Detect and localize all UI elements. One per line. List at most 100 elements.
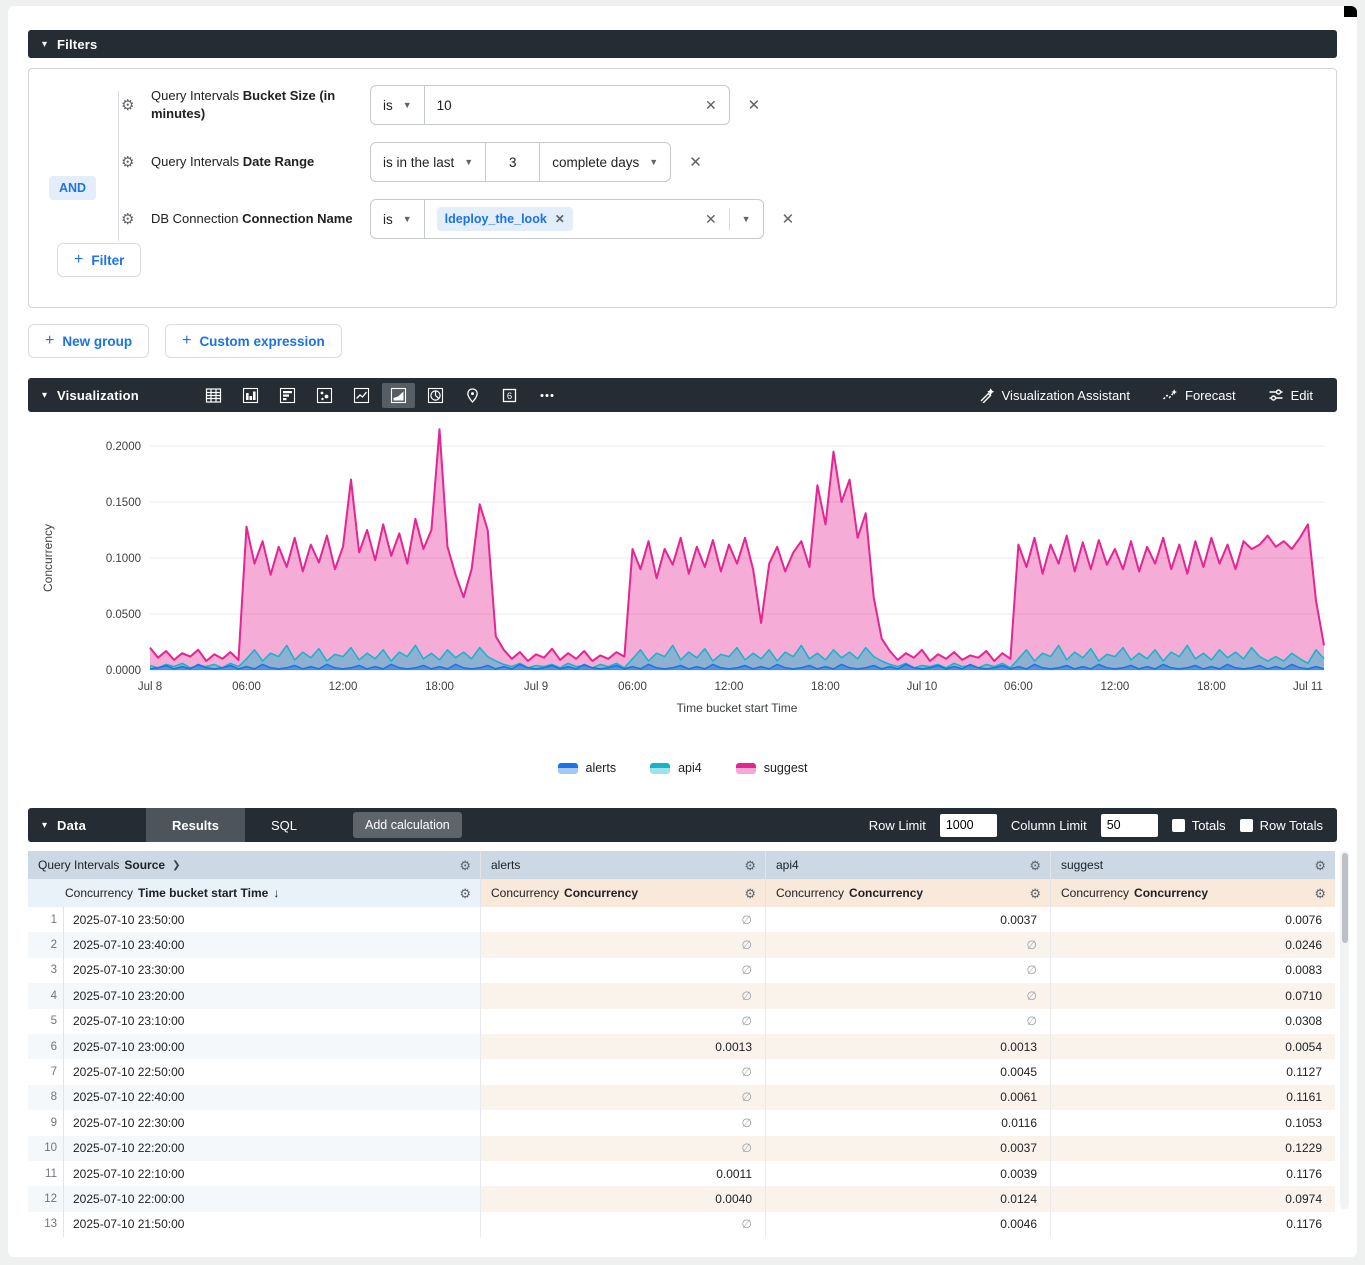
concurrency-area-chart[interactable]: 0.00000.05000.10000.15000.2000Jul 806:00…	[28, 428, 1345, 728]
row-totals-checkbox-wrap[interactable]: Row Totals	[1240, 818, 1323, 833]
viz-type-line-icon[interactable]	[345, 383, 378, 408]
value-cell[interactable]: 0.0037	[765, 907, 1050, 932]
chevron-right-icon[interactable]: ❯	[172, 860, 180, 871]
tab-sql[interactable]: SQL	[245, 808, 323, 842]
tab-results[interactable]: Results	[146, 808, 245, 842]
value-cell[interactable]: 0.0046	[765, 1212, 1050, 1237]
value-chip[interactable]: ldeploy_the_look✕	[437, 207, 573, 231]
column-limit-input[interactable]	[1101, 814, 1158, 837]
dim-field-header[interactable]: Concurrency Time bucket start Time↓ ⚙	[28, 879, 480, 907]
sort-desc-icon[interactable]: ↓	[273, 886, 279, 900]
clear-value-icon[interactable]: ✕	[705, 211, 717, 228]
add-calculation-button[interactable]: Add calculation	[353, 812, 462, 838]
measure-group-header-alerts[interactable]: alerts ⚙	[480, 851, 765, 879]
remove-filter-icon[interactable]: ✕	[689, 153, 702, 171]
gear-icon[interactable]: ⚙	[121, 155, 143, 170]
gear-icon[interactable]: ⚙	[459, 887, 480, 900]
remove-filter-icon[interactable]: ✕	[782, 210, 795, 228]
gear-icon[interactable]: ⚙	[1314, 887, 1335, 900]
value-cell[interactable]: ∅	[480, 1059, 765, 1084]
value-cell[interactable]: ∅	[480, 1212, 765, 1237]
filter-operator-select[interactable]: is▼	[371, 200, 424, 238]
viz-type-table-icon[interactable]	[197, 383, 230, 408]
collapse-caret-icon[interactable]: ▾	[42, 390, 47, 401]
edit-visualization-button[interactable]: Edit	[1256, 382, 1325, 408]
viz-type-column-stacked-icon[interactable]	[271, 383, 304, 408]
legend-item-suggest[interactable]: suggest	[736, 761, 808, 775]
gear-icon[interactable]: ⚙	[1029, 887, 1050, 900]
value-cell[interactable]: 0.0308	[1050, 1009, 1335, 1034]
value-cell[interactable]: ∅	[480, 1009, 765, 1034]
filter-value-multiselect[interactable]: ldeploy_the_look✕ ✕	[424, 200, 729, 238]
measure-field-header-suggest[interactable]: Concurrency Concurrency ⚙	[1050, 879, 1335, 907]
new-group-button[interactable]: + New group	[28, 324, 149, 358]
remove-filter-icon[interactable]: ✕	[748, 96, 761, 114]
value-cell[interactable]: 0.0045	[765, 1059, 1050, 1084]
add-filter-button[interactable]: + Filter	[57, 243, 141, 277]
time-cell[interactable]: 2025-07-10 22:10:00	[64, 1161, 480, 1186]
value-cell[interactable]: 0.0974	[1050, 1186, 1335, 1211]
value-cell[interactable]: ∅	[480, 907, 765, 932]
custom-expression-button[interactable]: + Custom expression	[165, 324, 342, 358]
value-cell[interactable]: 0.0013	[480, 1034, 765, 1059]
measure-group-header-api4[interactable]: api4 ⚙	[765, 851, 1050, 879]
scrollbar-thumb[interactable]	[1342, 853, 1348, 943]
measure-group-header-suggest[interactable]: suggest ⚙	[1050, 851, 1335, 879]
value-cell[interactable]: ∅	[765, 932, 1050, 957]
time-cell[interactable]: 2025-07-10 22:20:00	[64, 1136, 480, 1161]
value-cell[interactable]: 0.0039	[765, 1161, 1050, 1186]
time-cell[interactable]: 2025-07-10 23:50:00	[64, 907, 480, 932]
and-operator-chip[interactable]: AND	[49, 176, 96, 200]
legend-item-api4[interactable]: api4	[650, 761, 702, 775]
value-cell[interactable]: ∅	[480, 1085, 765, 1110]
time-cell[interactable]: 2025-07-10 23:30:00	[64, 958, 480, 983]
open-suggestions-button[interactable]: ▼	[730, 200, 763, 238]
measure-field-header-alerts[interactable]: Concurrency Concurrency ⚙	[480, 879, 765, 907]
gear-icon[interactable]: ⚙	[459, 859, 480, 872]
visualization-assistant-button[interactable]: Visualization Assistant	[967, 382, 1142, 408]
table-scrollbar[interactable]	[1340, 851, 1349, 1209]
gear-icon[interactable]: ⚙	[1029, 859, 1050, 872]
totals-checkbox[interactable]	[1172, 819, 1185, 832]
time-cell[interactable]: 2025-07-10 23:40:00	[64, 932, 480, 957]
time-cell[interactable]: 2025-07-10 22:00:00	[64, 1186, 480, 1211]
gear-icon[interactable]: ⚙	[121, 98, 143, 113]
value-cell[interactable]: 0.1127	[1050, 1059, 1335, 1084]
time-cell[interactable]: 2025-07-10 21:50:00	[64, 1212, 480, 1237]
gear-icon[interactable]: ⚙	[744, 859, 765, 872]
value-cell[interactable]: ∅	[765, 983, 1050, 1008]
row-totals-checkbox[interactable]	[1240, 819, 1253, 832]
value-cell[interactable]: ∅	[765, 958, 1050, 983]
viz-type-map-pin-icon[interactable]	[456, 383, 489, 408]
value-cell[interactable]: 0.0124	[765, 1186, 1050, 1211]
value-cell[interactable]: 0.0037	[765, 1136, 1050, 1161]
dim-group-header[interactable]: Query Intervals Source❯ ⚙	[28, 851, 480, 879]
filter-amount-input[interactable]: 3	[485, 143, 539, 181]
time-cell[interactable]: 2025-07-10 23:10:00	[64, 1009, 480, 1034]
filter-operator-select[interactable]: is▼	[371, 86, 424, 124]
value-cell[interactable]: 0.0054	[1050, 1034, 1335, 1059]
value-cell[interactable]: ∅	[765, 1009, 1050, 1034]
value-cell[interactable]: 0.0061	[765, 1085, 1050, 1110]
filters-section-header[interactable]: ▾ Filters	[28, 30, 1337, 58]
value-cell[interactable]: 0.0076	[1050, 907, 1335, 932]
time-cell[interactable]: 2025-07-10 22:40:00	[64, 1085, 480, 1110]
value-cell[interactable]: 0.0246	[1050, 932, 1335, 957]
value-cell[interactable]: 0.0710	[1050, 983, 1335, 1008]
more-viz-types-icon[interactable]	[530, 383, 564, 408]
collapse-caret-icon[interactable]: ▾	[42, 820, 47, 831]
value-cell[interactable]: ∅	[480, 932, 765, 957]
viz-type-scatter-icon[interactable]	[308, 383, 341, 408]
time-cell[interactable]: 2025-07-10 23:20:00	[64, 983, 480, 1008]
value-cell[interactable]: 0.1161	[1050, 1085, 1335, 1110]
filter-value-input[interactable]: 10✕	[424, 86, 729, 124]
value-cell[interactable]: 0.1176	[1050, 1161, 1335, 1186]
gear-icon[interactable]: ⚙	[121, 212, 143, 227]
remove-chip-icon[interactable]: ✕	[555, 212, 565, 226]
value-cell[interactable]: ∅	[480, 1110, 765, 1135]
filter-unit-select[interactable]: complete days▼	[539, 143, 670, 181]
value-cell[interactable]: 0.0116	[765, 1110, 1050, 1135]
clear-value-icon[interactable]: ✕	[705, 97, 717, 114]
viz-type-bar-icon[interactable]	[234, 383, 267, 408]
measure-field-header-api4[interactable]: Concurrency Concurrency ⚙	[765, 879, 1050, 907]
